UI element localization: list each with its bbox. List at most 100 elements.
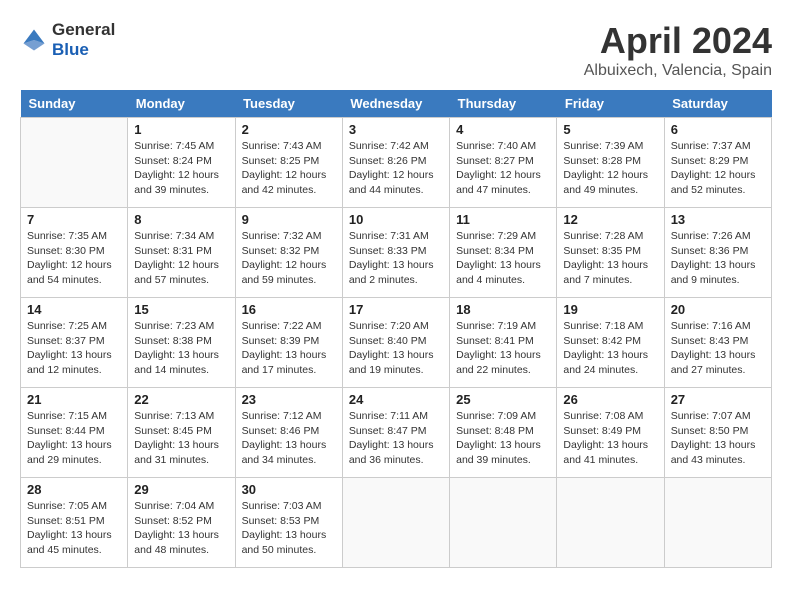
sunrise-text: Sunrise: 7:23 AM [134,320,214,332]
calendar-cell: 1 Sunrise: 7:45 AM Sunset: 8:24 PM Dayli… [128,118,235,208]
calendar-cell: 19 Sunrise: 7:18 AM Sunset: 8:42 PM Dayl… [557,298,664,388]
daylight-text: Daylight: 13 hours and 24 minutes. [563,349,648,376]
daylight-text: Daylight: 12 hours and 57 minutes. [134,259,219,286]
day-number: 14 [27,302,121,317]
sunset-text: Sunset: 8:28 PM [563,155,641,167]
logo-general: General [52,20,115,39]
day-number: 18 [456,302,550,317]
page-header: General Blue April 2024 Albuixech, Valen… [20,20,772,80]
sunset-text: Sunset: 8:35 PM [563,245,641,257]
day-number: 4 [456,122,550,137]
day-number: 16 [242,302,336,317]
sunrise-text: Sunrise: 7:16 AM [671,320,751,332]
sunrise-text: Sunrise: 7:37 AM [671,140,751,152]
day-info: Sunrise: 7:07 AM Sunset: 8:50 PM Dayligh… [671,409,765,468]
calendar-cell: 28 Sunrise: 7:05 AM Sunset: 8:51 PM Dayl… [21,478,128,568]
day-number: 22 [134,392,228,407]
sunrise-text: Sunrise: 7:40 AM [456,140,536,152]
sunrise-text: Sunrise: 7:08 AM [563,410,643,422]
sunset-text: Sunset: 8:48 PM [456,425,534,437]
day-number: 17 [349,302,443,317]
daylight-text: Daylight: 13 hours and 9 minutes. [671,259,756,286]
day-number: 20 [671,302,765,317]
day-info: Sunrise: 7:22 AM Sunset: 8:39 PM Dayligh… [242,319,336,378]
sunset-text: Sunset: 8:51 PM [27,515,105,527]
sunset-text: Sunset: 8:27 PM [456,155,534,167]
daylight-text: Daylight: 12 hours and 47 minutes. [456,169,541,196]
day-info: Sunrise: 7:34 AM Sunset: 8:31 PM Dayligh… [134,229,228,288]
day-number: 5 [563,122,657,137]
sunrise-text: Sunrise: 7:29 AM [456,230,536,242]
calendar-cell: 21 Sunrise: 7:15 AM Sunset: 8:44 PM Dayl… [21,388,128,478]
sunset-text: Sunset: 8:52 PM [134,515,212,527]
day-info: Sunrise: 7:09 AM Sunset: 8:48 PM Dayligh… [456,409,550,468]
day-info: Sunrise: 7:11 AM Sunset: 8:47 PM Dayligh… [349,409,443,468]
calendar-cell: 25 Sunrise: 7:09 AM Sunset: 8:48 PM Dayl… [450,388,557,478]
title-block: April 2024 Albuixech, Valencia, Spain [584,20,772,80]
weekday-header: Tuesday [235,90,342,118]
weekday-header: Sunday [21,90,128,118]
daylight-text: Daylight: 12 hours and 42 minutes. [242,169,327,196]
sunset-text: Sunset: 8:47 PM [349,425,427,437]
day-number: 25 [456,392,550,407]
daylight-text: Daylight: 13 hours and 45 minutes. [27,529,112,556]
day-number: 29 [134,482,228,497]
calendar-week-row: 21 Sunrise: 7:15 AM Sunset: 8:44 PM Dayl… [21,388,772,478]
sunset-text: Sunset: 8:36 PM [671,245,749,257]
day-info: Sunrise: 7:40 AM Sunset: 8:27 PM Dayligh… [456,139,550,198]
calendar-cell: 20 Sunrise: 7:16 AM Sunset: 8:43 PM Dayl… [664,298,771,388]
day-number: 1 [134,122,228,137]
sunrise-text: Sunrise: 7:20 AM [349,320,429,332]
day-info: Sunrise: 7:20 AM Sunset: 8:40 PM Dayligh… [349,319,443,378]
calendar-header-row: SundayMondayTuesdayWednesdayThursdayFrid… [21,90,772,118]
sunset-text: Sunset: 8:49 PM [563,425,641,437]
calendar-week-row: 14 Sunrise: 7:25 AM Sunset: 8:37 PM Dayl… [21,298,772,388]
location: Albuixech, Valencia, Spain [584,62,772,80]
day-info: Sunrise: 7:23 AM Sunset: 8:38 PM Dayligh… [134,319,228,378]
sunset-text: Sunset: 8:43 PM [671,335,749,347]
weekday-header: Thursday [450,90,557,118]
sunset-text: Sunset: 8:24 PM [134,155,212,167]
day-info: Sunrise: 7:37 AM Sunset: 8:29 PM Dayligh… [671,139,765,198]
logo-icon [20,26,48,54]
weekday-header: Wednesday [342,90,449,118]
sunrise-text: Sunrise: 7:32 AM [242,230,322,242]
daylight-text: Daylight: 12 hours and 59 minutes. [242,259,327,286]
day-number: 13 [671,212,765,227]
sunset-text: Sunset: 8:30 PM [27,245,105,257]
sunset-text: Sunset: 8:50 PM [671,425,749,437]
day-info: Sunrise: 7:05 AM Sunset: 8:51 PM Dayligh… [27,499,121,558]
day-info: Sunrise: 7:16 AM Sunset: 8:43 PM Dayligh… [671,319,765,378]
logo: General Blue [20,20,115,59]
calendar-cell: 2 Sunrise: 7:43 AM Sunset: 8:25 PM Dayli… [235,118,342,208]
day-number: 15 [134,302,228,317]
calendar-cell [342,478,449,568]
calendar-week-row: 7 Sunrise: 7:35 AM Sunset: 8:30 PM Dayli… [21,208,772,298]
day-info: Sunrise: 7:19 AM Sunset: 8:41 PM Dayligh… [456,319,550,378]
day-number: 11 [456,212,550,227]
day-number: 12 [563,212,657,227]
daylight-text: Daylight: 13 hours and 34 minutes. [242,439,327,466]
daylight-text: Daylight: 13 hours and 12 minutes. [27,349,112,376]
daylight-text: Daylight: 12 hours and 52 minutes. [671,169,756,196]
sunset-text: Sunset: 8:45 PM [134,425,212,437]
calendar-cell: 13 Sunrise: 7:26 AM Sunset: 8:36 PM Dayl… [664,208,771,298]
sunrise-text: Sunrise: 7:31 AM [349,230,429,242]
calendar-cell: 24 Sunrise: 7:11 AM Sunset: 8:47 PM Dayl… [342,388,449,478]
sunrise-text: Sunrise: 7:15 AM [27,410,107,422]
sunset-text: Sunset: 8:40 PM [349,335,427,347]
daylight-text: Daylight: 13 hours and 39 minutes. [456,439,541,466]
calendar-cell: 26 Sunrise: 7:08 AM Sunset: 8:49 PM Dayl… [557,388,664,478]
daylight-text: Daylight: 13 hours and 14 minutes. [134,349,219,376]
calendar-cell: 16 Sunrise: 7:22 AM Sunset: 8:39 PM Dayl… [235,298,342,388]
daylight-text: Daylight: 13 hours and 2 minutes. [349,259,434,286]
day-info: Sunrise: 7:15 AM Sunset: 8:44 PM Dayligh… [27,409,121,468]
day-info: Sunrise: 7:12 AM Sunset: 8:46 PM Dayligh… [242,409,336,468]
calendar-cell [21,118,128,208]
logo-blue: Blue [52,40,89,59]
sunset-text: Sunset: 8:31 PM [134,245,212,257]
sunrise-text: Sunrise: 7:03 AM [242,500,322,512]
sunrise-text: Sunrise: 7:42 AM [349,140,429,152]
day-info: Sunrise: 7:25 AM Sunset: 8:37 PM Dayligh… [27,319,121,378]
sunset-text: Sunset: 8:29 PM [671,155,749,167]
